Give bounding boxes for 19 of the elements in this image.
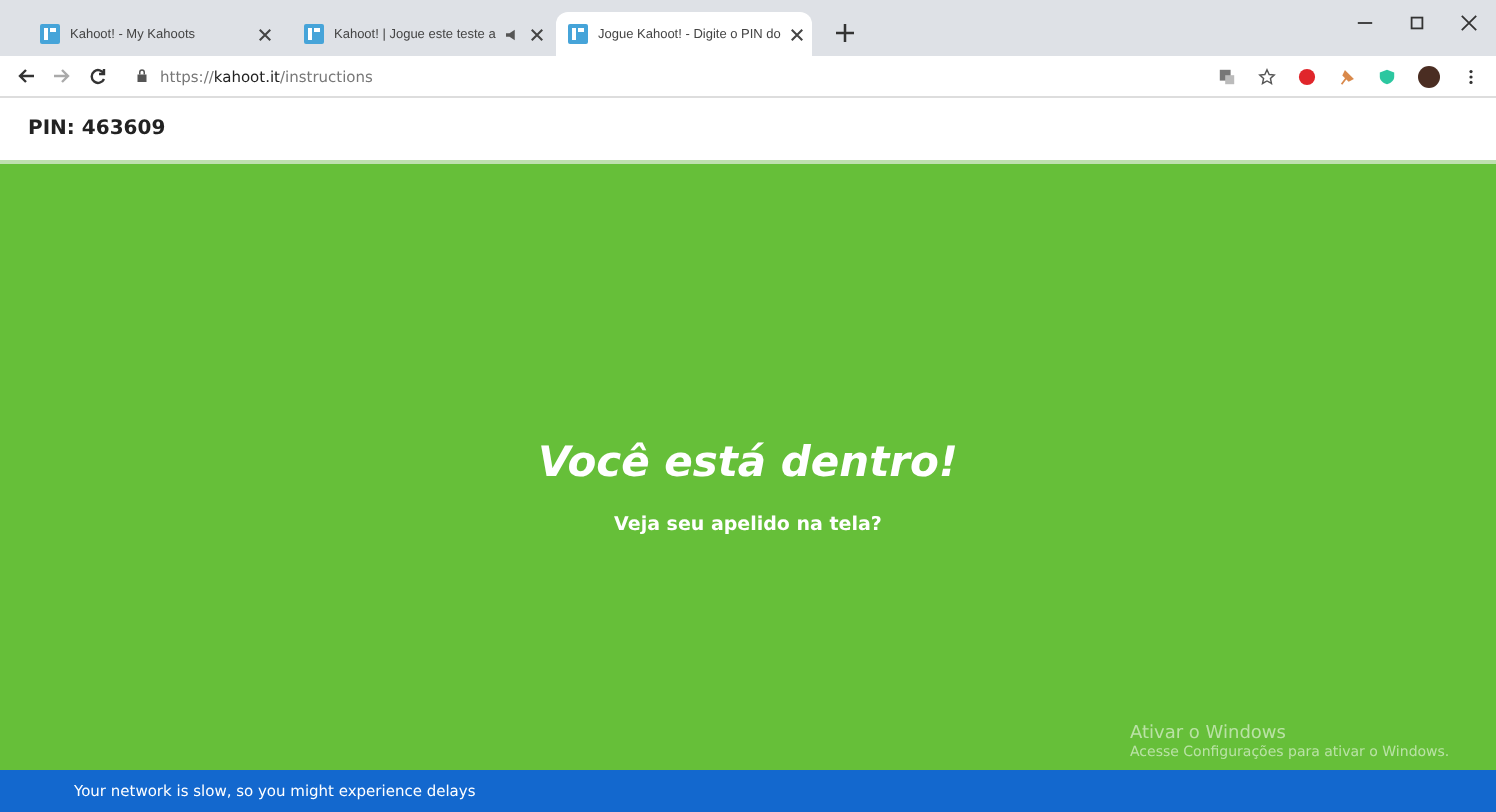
speaker-icon[interactable] (505, 27, 520, 41)
back-icon[interactable] (16, 66, 36, 86)
new-tab-icon[interactable] (836, 24, 854, 42)
avatar-icon[interactable] (1418, 65, 1440, 87)
star-icon[interactable] (1258, 67, 1276, 85)
favicon-icon (568, 24, 588, 44)
close-icon[interactable] (258, 27, 272, 41)
reload-icon[interactable] (88, 66, 108, 86)
close-icon[interactable] (1460, 14, 1478, 32)
activation-title: Ativar o Windows (1130, 724, 1288, 744)
favicon-icon (304, 24, 324, 44)
close-icon[interactable] (790, 27, 805, 41)
game-pin: PIN: 463609 (28, 118, 166, 140)
extension-icon[interactable] (1298, 67, 1316, 85)
subheading: Veja seu apelido na tela? (612, 514, 884, 536)
heading: Você está dentro! (537, 438, 959, 486)
favicon-icon (40, 24, 60, 44)
close-icon[interactable] (529, 27, 544, 41)
restore-icon[interactable] (1408, 14, 1426, 32)
